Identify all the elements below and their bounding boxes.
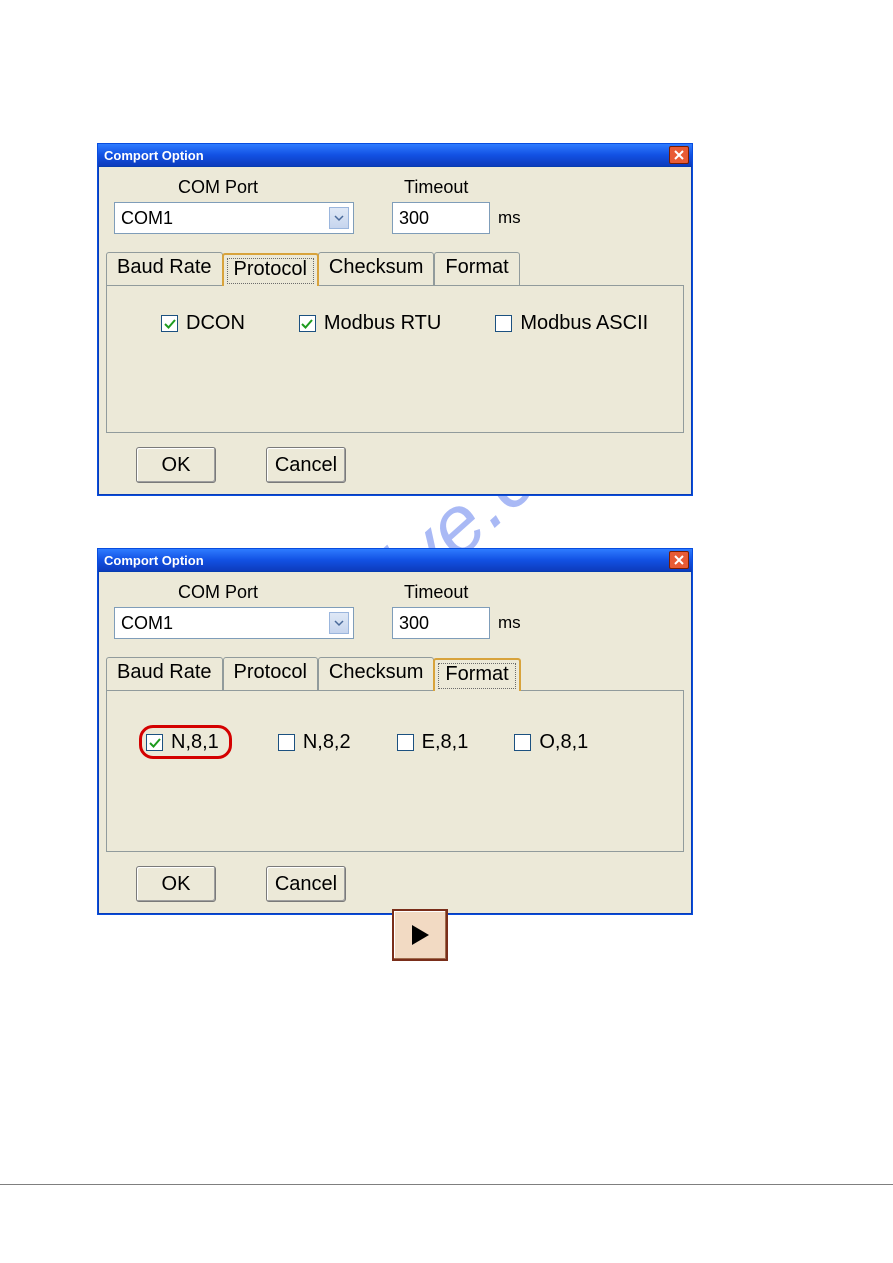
checkbox-icon — [278, 734, 295, 751]
ms-label: ms — [498, 208, 521, 228]
tab-checksum[interactable]: Checksum — [318, 657, 434, 690]
tab-format[interactable]: Format — [433, 658, 520, 691]
checkbox-o81[interactable]: O,8,1 — [514, 731, 588, 754]
checkbox-modbus-ascii[interactable]: Modbus ASCII — [495, 312, 648, 335]
checkbox-icon — [299, 315, 316, 332]
highlight-circle: N,8,1 — [139, 725, 232, 759]
checkbox-icon — [397, 734, 414, 751]
titlebar[interactable]: Comport Option — [98, 549, 692, 572]
tab-protocol[interactable]: Protocol — [222, 253, 319, 286]
timeout-label: Timeout — [404, 582, 552, 603]
tab-baud-rate[interactable]: Baud Rate — [106, 252, 223, 285]
checkbox-label: Modbus RTU — [324, 312, 441, 335]
cancel-button[interactable]: Cancel — [266, 447, 346, 483]
chevron-down-icon[interactable] — [329, 612, 349, 634]
comport-dialog-format: Comport Option COM Port COM1 Timeout 300… — [97, 548, 693, 915]
play-icon — [409, 923, 431, 947]
ms-label: ms — [498, 613, 521, 633]
chevron-down-icon[interactable] — [329, 207, 349, 229]
ok-button[interactable]: OK — [136, 447, 216, 483]
comport-label: COM Port — [178, 582, 384, 603]
checkbox-label: DCON — [186, 312, 245, 335]
tab-panel: N,8,1 N,8,2 E,8,1 O,8,1 — [106, 690, 684, 852]
checkbox-label: O,8,1 — [539, 731, 588, 754]
close-icon[interactable] — [669, 146, 689, 164]
timeout-input[interactable]: 300 — [392, 202, 490, 234]
comport-select[interactable]: COM1 — [114, 202, 354, 234]
comport-select[interactable]: COM1 — [114, 607, 354, 639]
timeout-label: Timeout — [404, 177, 552, 198]
window-title: Comport Option — [104, 148, 204, 163]
checkbox-label: N,8,1 — [171, 731, 219, 754]
timeout-value: 300 — [399, 208, 429, 229]
checkbox-e81[interactable]: E,8,1 — [397, 731, 469, 754]
comport-value: COM1 — [121, 208, 173, 229]
cancel-button[interactable]: Cancel — [266, 866, 346, 902]
checkbox-label: E,8,1 — [422, 731, 469, 754]
tab-format[interactable]: Format — [434, 252, 519, 285]
checkbox-n81[interactable]: N,8,1 — [146, 731, 219, 754]
checkbox-n82[interactable]: N,8,2 — [278, 731, 351, 754]
close-icon[interactable] — [669, 551, 689, 569]
tab-protocol[interactable]: Protocol — [223, 657, 318, 690]
tab-panel: DCON Modbus RTU Modbus ASCII — [106, 285, 684, 433]
checkbox-dcon[interactable]: DCON — [161, 312, 245, 335]
checkbox-label: N,8,2 — [303, 731, 351, 754]
ok-button[interactable]: OK — [136, 866, 216, 902]
checkbox-icon — [495, 315, 512, 332]
comport-dialog-protocol: Comport Option COM Port COM1 Timeout 300… — [97, 143, 693, 496]
tab-checksum[interactable]: Checksum — [318, 252, 434, 285]
timeout-value: 300 — [399, 613, 429, 634]
footer-divider — [0, 1184, 893, 1185]
play-button[interactable] — [392, 909, 448, 961]
checkbox-icon — [146, 734, 163, 751]
timeout-input[interactable]: 300 — [392, 607, 490, 639]
checkbox-modbus-rtu[interactable]: Modbus RTU — [299, 312, 441, 335]
comport-label: COM Port — [178, 177, 384, 198]
window-title: Comport Option — [104, 553, 204, 568]
checkbox-icon — [161, 315, 178, 332]
checkbox-icon — [514, 734, 531, 751]
titlebar[interactable]: Comport Option — [98, 144, 692, 167]
tab-baud-rate[interactable]: Baud Rate — [106, 657, 223, 690]
comport-value: COM1 — [121, 613, 173, 634]
checkbox-label: Modbus ASCII — [520, 312, 648, 335]
